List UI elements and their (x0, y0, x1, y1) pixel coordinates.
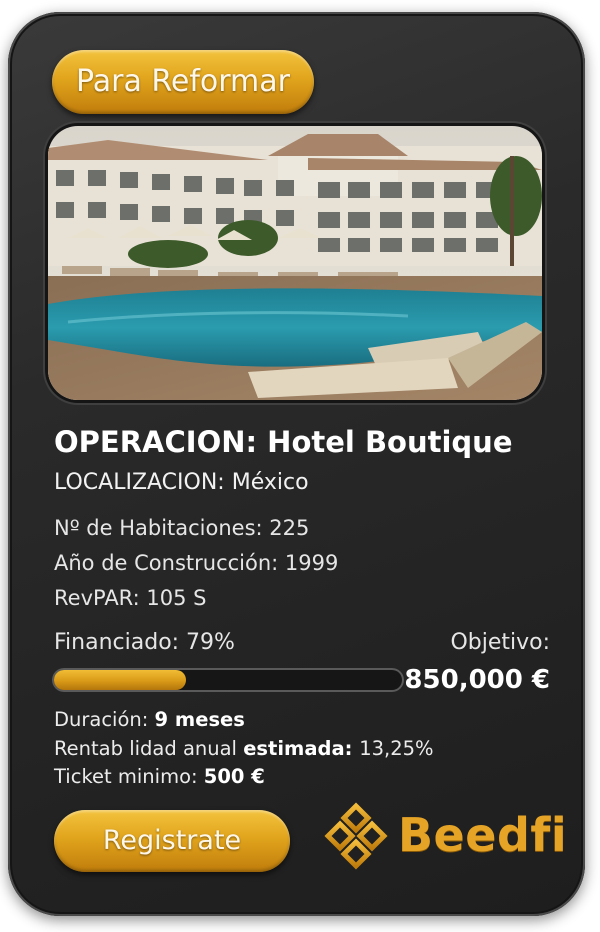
funded-label: Financiado: 79% (54, 630, 235, 655)
duration-value: 9 meses (154, 708, 245, 731)
revpar-spec: RevPAR: 105 S (54, 586, 207, 610)
yield-label: Rentab lidad anual (54, 737, 244, 760)
ticket-label: Ticket minimo: (54, 765, 204, 788)
rooms-spec: Nº de Habitaciones: 225 (54, 516, 310, 540)
target-value: 850,000 € (404, 665, 550, 695)
target-label: Objetivo: (450, 630, 550, 655)
yield-estimate: estimada: (243, 737, 360, 760)
yield-value: 13,25% (359, 737, 434, 760)
register-button[interactable]: Registrate (54, 810, 290, 872)
ticket-line: Ticket minimo: 500 € (54, 765, 265, 788)
yield-line: Rentab lidad anual estimada: 13,25% (54, 737, 434, 760)
duration-line: Duración: 9 meses (54, 708, 245, 731)
status-badge: Para Reformar (52, 50, 314, 114)
hotel-photo (48, 126, 542, 400)
operation-title: OPERACION: Hotel Boutique (54, 425, 513, 459)
funding-progress-bar (52, 668, 404, 692)
duration-label: Duración: (54, 708, 155, 731)
year-built-spec: Año de Construcción: 1999 (54, 551, 339, 575)
brand-name: Beedfi (398, 808, 568, 862)
funding-progress-fill (54, 670, 186, 690)
ticket-value: 500 € (203, 765, 265, 788)
location-text: LOCALIZACION: México (54, 470, 309, 495)
beedfi-logo-icon (324, 802, 388, 870)
